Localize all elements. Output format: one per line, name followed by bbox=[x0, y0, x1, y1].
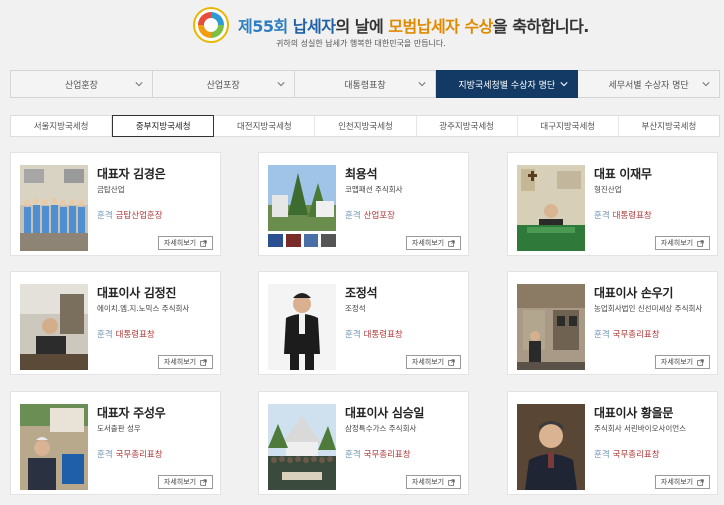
tab-industrial-medal[interactable]: 산업훈장 bbox=[10, 70, 153, 98]
chevron-down-icon bbox=[135, 80, 143, 88]
winner-name: 대표 이재무 bbox=[594, 167, 652, 181]
main-tab-bar: 산업훈장 산업포장 대통령표창 지방국세청별 수상자 명단 세무서별 수상자 명… bbox=[10, 70, 720, 98]
taxpayer-day-logo-icon bbox=[193, 7, 229, 43]
thumbnail[interactable] bbox=[303, 234, 319, 247]
chevron-down-icon bbox=[276, 80, 285, 88]
view-details-button[interactable]: 자세히보기 bbox=[655, 236, 710, 250]
tab-regional-office-winners[interactable]: 지방국세청별 수상자 명단 bbox=[436, 70, 579, 98]
winner-company: 금탑산업 bbox=[97, 185, 125, 194]
page-title: 제55회 납세자의 날에 모범납세자 수상을 축하합니다. bbox=[238, 17, 589, 36]
winner-name: 대표이사 손우기 bbox=[594, 286, 674, 300]
winner-photo bbox=[517, 404, 585, 490]
winner-award: 훈격 국무총리표창 bbox=[345, 450, 411, 460]
chevron-down-icon bbox=[418, 80, 426, 88]
external-link-icon bbox=[200, 239, 207, 247]
tab-daegu-office[interactable]: 대구지방국세청 bbox=[518, 116, 619, 136]
winner-company: 도서출판 성우 bbox=[97, 424, 141, 433]
view-details-button[interactable]: 자세히보기 bbox=[158, 355, 213, 369]
external-link-icon bbox=[448, 478, 455, 486]
winner-photo bbox=[20, 284, 88, 370]
chevron-down-icon bbox=[560, 80, 568, 88]
winner-name: 대표자 주성우 bbox=[97, 406, 166, 420]
tab-busan-office[interactable]: 부산지방국세청 bbox=[619, 116, 719, 136]
winner-card: 대표자 김경은 금탑산업 훈격 금탑산업훈장 자세히보기 bbox=[10, 152, 221, 256]
thumbnail[interactable] bbox=[268, 234, 283, 247]
winner-name: 대표이사 심승일 bbox=[345, 406, 425, 420]
winner-award: 훈격 국무총리표창 bbox=[594, 330, 660, 340]
winner-name: 대표이사 김정진 bbox=[97, 286, 177, 300]
thumbnail[interactable] bbox=[285, 234, 301, 247]
chevron-down-icon bbox=[702, 80, 710, 88]
winner-card: 조정석 조정석 훈격 대통령표창 자세히보기 bbox=[258, 271, 469, 375]
view-details-button[interactable]: 자세히보기 bbox=[406, 475, 461, 489]
winner-card: 대표이사 손우기 농업회사법인 신선미세상 주식회사 훈격 국무총리표창 자세히보… bbox=[507, 271, 718, 375]
winner-photo bbox=[268, 284, 336, 370]
tab-gwangju-office[interactable]: 광주지방국세청 bbox=[417, 116, 518, 136]
tab-tax-office-winners[interactable]: 세무서별 수상자 명단 bbox=[578, 70, 720, 98]
winner-name: 대표자 김경은 bbox=[97, 167, 166, 181]
winner-card: 대표자 주성우 도서출판 성우 훈격 국무총리표창 자세히보기 bbox=[10, 391, 221, 495]
tab-seoul-office[interactable]: 서울지방국세청 bbox=[11, 116, 113, 136]
external-link-icon bbox=[448, 239, 455, 247]
external-link-icon bbox=[697, 239, 704, 247]
tab-presidential-citation[interactable]: 대통령표창 bbox=[294, 70, 437, 98]
winner-card: 대표이사 심승일 삼정특수가스 주식회사 훈격 국무총리표창 자세히보기 bbox=[258, 391, 469, 495]
tab-industrial-badge[interactable]: 산업포장 bbox=[152, 70, 295, 98]
view-details-button[interactable]: 자세히보기 bbox=[158, 236, 213, 250]
view-details-button[interactable]: 자세히보기 bbox=[158, 475, 213, 489]
winner-award: 훈격 국무총리표창 bbox=[594, 450, 660, 460]
winner-card: 대표이사 김정진 에이치.엠.지.노믹스 주식회사 훈격 대통령표창 자세히보기 bbox=[10, 271, 221, 375]
winner-photo bbox=[20, 404, 88, 490]
winner-photo bbox=[517, 165, 585, 251]
external-link-icon bbox=[200, 358, 207, 366]
winner-award: 훈격 대통령표창 bbox=[594, 211, 652, 221]
winner-photo bbox=[268, 165, 336, 231]
tab-jungbu-office[interactable]: 중부지방국세청 bbox=[112, 115, 215, 137]
winner-card: 대표이사 황을문 주식회사 서린바이오사이언스 훈격 국무총리표창 자세히보기 bbox=[507, 391, 718, 495]
photo-thumbnails bbox=[268, 234, 336, 248]
winner-card: 대표 이재무 형진산업 훈격 대통령표창 자세히보기 bbox=[507, 152, 718, 256]
external-link-icon bbox=[200, 478, 207, 486]
winner-name: 조정석 bbox=[345, 286, 378, 300]
winner-photo bbox=[517, 284, 585, 370]
regional-office-tab-bar: 서울지방국세청 중부지방국세청 대전지방국세청 인천지방국세청 광주지방국세청 … bbox=[10, 115, 720, 137]
winner-company: 조정석 bbox=[345, 304, 366, 313]
tab-incheon-office[interactable]: 인천지방국세청 bbox=[315, 116, 417, 136]
winner-company: 에이치.엠.지.노믹스 주식회사 bbox=[97, 304, 190, 313]
winner-company: 농업회사법인 신선미세상 주식회사 bbox=[594, 304, 703, 313]
winner-name: 최용석 bbox=[345, 167, 378, 181]
winner-award: 훈격 국무총리표창 bbox=[97, 450, 163, 460]
winner-award: 훈격 금탑산업훈장 bbox=[97, 211, 163, 221]
winner-award: 훈격 산업포장 bbox=[345, 211, 395, 221]
page-subtitle: 귀하의 성실한 납세가 행복한 대한민국을 만듭니다. bbox=[276, 39, 446, 48]
winner-name: 대표이사 황을문 bbox=[594, 406, 674, 420]
winner-award: 훈격 대통령표창 bbox=[97, 330, 155, 340]
view-details-button[interactable]: 자세히보기 bbox=[655, 355, 710, 369]
tab-daejeon-office[interactable]: 대전지방국세청 bbox=[214, 116, 316, 136]
external-link-icon bbox=[697, 478, 704, 486]
view-details-button[interactable]: 자세히보기 bbox=[406, 355, 461, 369]
winner-company: 형진산업 bbox=[594, 185, 622, 194]
winner-company: 주식회사 서린바이오사이언스 bbox=[594, 424, 687, 433]
view-details-button[interactable]: 자세히보기 bbox=[655, 475, 710, 489]
winner-company: 삼정특수가스 주식회사 bbox=[345, 424, 417, 433]
external-link-icon bbox=[697, 358, 704, 366]
winner-photo bbox=[268, 404, 336, 490]
winner-card: 최용석 코맵패션 주식회사 훈격 산업포장 자세히보기 bbox=[258, 152, 469, 256]
page-header: 제55회 납세자의 날에 모범납세자 수상을 축하합니다. 귀하의 성실한 납세… bbox=[0, 0, 724, 60]
view-details-button[interactable]: 자세히보기 bbox=[406, 236, 461, 250]
winner-photo bbox=[20, 165, 88, 251]
winner-company: 코맵패션 주식회사 bbox=[345, 185, 403, 194]
winner-award: 훈격 대통령표창 bbox=[345, 330, 403, 340]
thumbnail[interactable] bbox=[321, 234, 336, 247]
external-link-icon bbox=[448, 358, 455, 366]
